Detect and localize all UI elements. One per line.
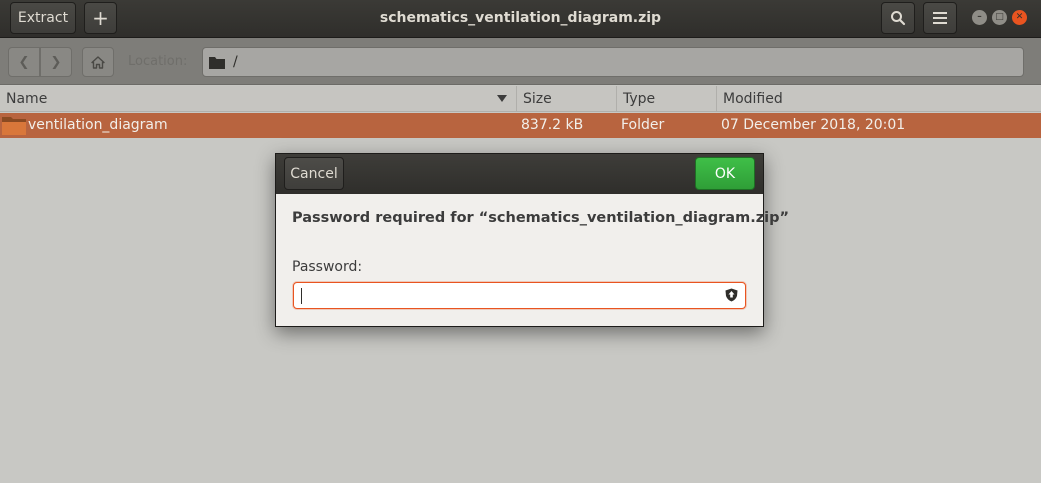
location-entry[interactable]: / bbox=[202, 47, 1024, 77]
location-bar: ❮ ❯ Location: / bbox=[0, 38, 1041, 85]
close-icon: ✕ bbox=[1015, 12, 1024, 22]
back-button[interactable]: ❮ bbox=[8, 47, 40, 77]
file-name: ventilation_diagram bbox=[28, 117, 168, 133]
file-type: Folder bbox=[621, 117, 665, 133]
password-input[interactable] bbox=[293, 282, 746, 309]
password-dialog: Cancel OK Password required for “schemat… bbox=[275, 153, 790, 327]
forward-arrow-icon: ❯ bbox=[50, 54, 62, 70]
back-arrow-icon: ❮ bbox=[18, 54, 30, 70]
location-path: / bbox=[233, 54, 238, 70]
file-modified: 07 December 2018, 20:01 bbox=[721, 117, 906, 133]
password-label: Password: bbox=[292, 259, 363, 275]
column-header-name[interactable]: Name bbox=[0, 86, 517, 112]
search-button[interactable] bbox=[881, 2, 915, 34]
search-icon bbox=[890, 10, 906, 26]
dialog-header: Cancel OK bbox=[276, 154, 763, 194]
forward-button[interactable]: ❯ bbox=[40, 47, 72, 77]
file-size: 837.2 kB bbox=[521, 117, 584, 133]
minimize-button[interactable]: – bbox=[972, 10, 987, 25]
column-header-modified[interactable]: Modified bbox=[717, 86, 1041, 112]
home-button[interactable] bbox=[82, 47, 114, 77]
folder-icon bbox=[209, 56, 225, 69]
column-header-size[interactable]: Size bbox=[517, 86, 617, 112]
home-icon bbox=[91, 55, 105, 69]
extract-button[interactable]: Extract bbox=[10, 2, 76, 34]
maximize-icon: □ bbox=[995, 12, 1004, 22]
maximize-button[interactable]: □ bbox=[992, 10, 1007, 25]
caps-lock-warning-icon bbox=[725, 288, 738, 302]
folder-icon bbox=[2, 116, 26, 135]
cancel-button[interactable]: Cancel bbox=[284, 157, 344, 190]
close-button[interactable]: ✕ bbox=[1012, 10, 1027, 25]
password-prompt: Password required for “schematics_ventil… bbox=[292, 210, 790, 226]
file-row[interactable]: ventilation_diagram 837.2 kB Folder 07 D… bbox=[0, 113, 1041, 138]
minimize-icon: – bbox=[977, 12, 982, 22]
column-header-type[interactable]: Type bbox=[617, 86, 717, 112]
menu-button[interactable] bbox=[923, 2, 957, 34]
ok-button[interactable]: OK bbox=[695, 157, 755, 190]
file-list-header: Name Size Type Modified bbox=[0, 86, 1041, 112]
hamburger-menu-icon bbox=[933, 12, 947, 24]
window-title: schematics_ventilation_diagram.zip bbox=[379, 10, 662, 26]
text-cursor bbox=[301, 288, 302, 304]
header-bar: Extract + schematics_ventilation_diagram… bbox=[0, 0, 1041, 38]
location-label: Location: bbox=[128, 54, 188, 69]
add-files-button[interactable]: + bbox=[84, 2, 117, 34]
sort-descending-icon bbox=[497, 95, 507, 102]
